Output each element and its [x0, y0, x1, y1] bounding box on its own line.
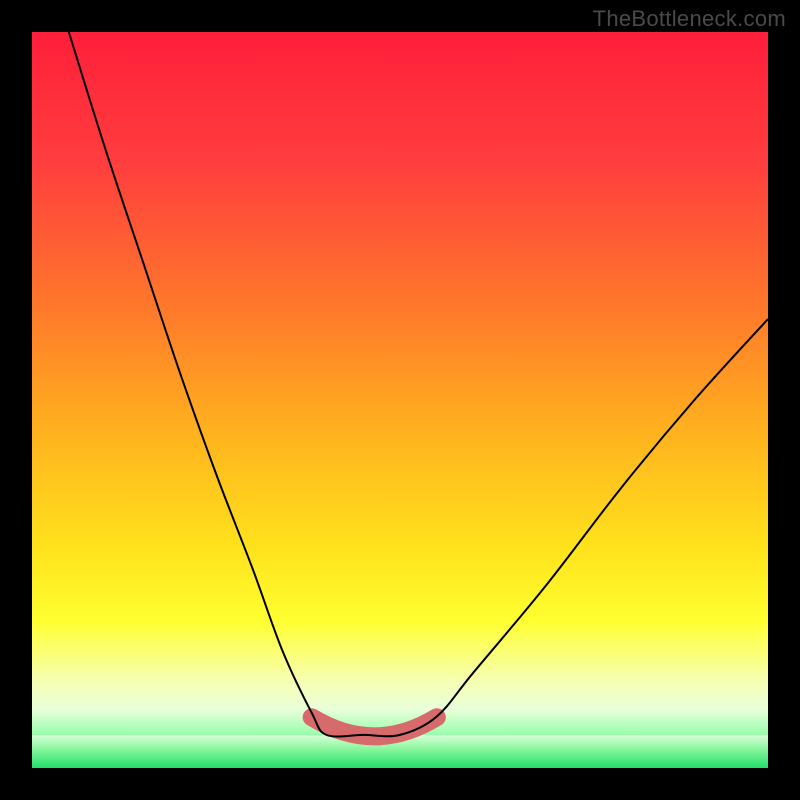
plot-area: [32, 32, 768, 768]
bottleneck-curve-svg: [32, 32, 768, 768]
chart-frame: TheBottleneck.com: [0, 0, 800, 800]
plateau-highlight: [312, 717, 437, 736]
watermark-text: TheBottleneck.com: [593, 6, 786, 32]
bottleneck-curve-path: [69, 32, 768, 737]
